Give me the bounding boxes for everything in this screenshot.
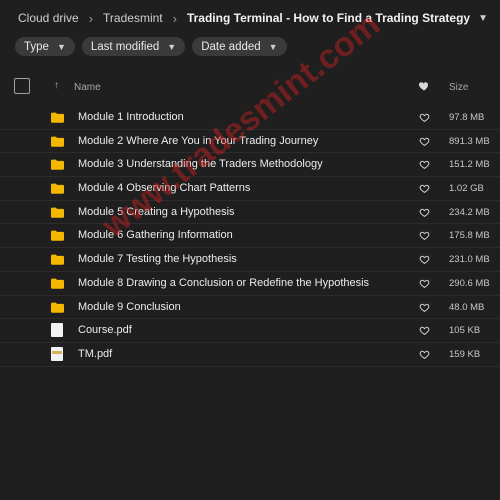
filter-last-modified-button[interactable]: Last modified ▼: [81, 37, 186, 56]
folder-icon: [51, 253, 64, 266]
file-size: 159 KB: [449, 348, 481, 360]
table-row[interactable]: Module 6 Gathering Information 175.8 MB: [0, 224, 500, 249]
file-size: 48.0 MB: [449, 301, 485, 313]
file-name[interactable]: Module 7 Testing the Hypothesis: [78, 253, 237, 265]
breadcrumb-tradesmint[interactable]: Tradesmint: [103, 11, 163, 25]
favorite-heart-icon[interactable]: [419, 325, 430, 336]
pdf-file-icon: [51, 323, 64, 338]
file-size: 234.2 MB: [449, 206, 490, 218]
file-size: 105 KB: [449, 325, 481, 337]
folder-icon: [51, 229, 64, 242]
file-size: 891.3 MB: [449, 135, 490, 147]
favorite-heart-icon[interactable]: [419, 254, 430, 265]
pdf-thumbnail-icon: [51, 346, 64, 361]
file-name[interactable]: Module 1 Introduction: [78, 111, 184, 123]
chevron-right-icon: ›: [88, 10, 94, 26]
breadcrumb-current-folder[interactable]: Trading Terminal - How to Find a Trading…: [187, 11, 470, 25]
folder-icon: [51, 182, 64, 195]
table-row[interactable]: Module 1 Introduction 97.8 MB: [0, 106, 500, 130]
favorite-heart-icon[interactable]: [419, 136, 430, 147]
breadcrumb: Cloud drive › Tradesmint › Trading Termi…: [18, 9, 490, 27]
folder-icon: [51, 111, 64, 124]
column-header-size[interactable]: Size: [449, 82, 468, 93]
file-size: 175.8 MB: [449, 230, 490, 242]
filter-label: Last modified: [90, 40, 160, 53]
folder-icon: [51, 158, 64, 171]
table-row[interactable]: Module 7 Testing the Hypothesis 231.0 MB: [0, 248, 500, 272]
filter-label: Date added: [201, 40, 261, 53]
favorite-heart-icon[interactable]: [419, 302, 430, 313]
favorite-heart-icon[interactable]: [419, 112, 430, 123]
file-name[interactable]: Course.pdf: [78, 324, 132, 336]
table-row[interactable]: TM.pdf 159 KB: [0, 343, 500, 367]
file-name[interactable]: Module 3 Understanding the Traders Metho…: [78, 158, 323, 170]
favorite-heart-icon[interactable]: [419, 159, 430, 170]
table-row[interactable]: Module 5 Creating a Hypothesis 234.2 MB: [0, 201, 500, 225]
filter-type-button[interactable]: Type ▼: [15, 37, 75, 56]
breadcrumb-cloud-drive[interactable]: Cloud drive: [18, 11, 79, 25]
table-row[interactable]: Module 4 Observing Chart Patterns 1.02 GB: [0, 177, 500, 201]
chevron-down-icon: ▼: [167, 41, 177, 52]
file-name[interactable]: Module 4 Observing Chart Patterns: [78, 182, 250, 194]
table-header: ↑ Name Size: [0, 76, 500, 104]
heart-icon[interactable]: [418, 80, 430, 92]
favorite-heart-icon[interactable]: [419, 278, 430, 289]
table-row[interactable]: Module 9 Conclusion 48.0 MB: [0, 296, 500, 320]
sort-arrow-up-icon[interactable]: ↑: [54, 80, 59, 91]
favorite-heart-icon[interactable]: [419, 349, 430, 360]
folder-icon: [51, 135, 64, 148]
file-name[interactable]: Module 8 Drawing a Conclusion or Redefin…: [78, 277, 369, 289]
chevron-down-icon[interactable]: ▼: [478, 13, 488, 24]
table-row[interactable]: Module 3 Understanding the Traders Metho…: [0, 153, 500, 178]
filter-date-added-button[interactable]: Date added ▼: [192, 37, 287, 56]
file-name[interactable]: Module 9 Conclusion: [78, 301, 181, 313]
favorite-heart-icon[interactable]: [419, 207, 430, 218]
file-size: 1.02 GB: [449, 183, 484, 195]
file-size: 97.8 MB: [449, 112, 485, 123]
folder-icon: [51, 301, 64, 314]
file-name[interactable]: Module 2 Where Are You in Your Trading J…: [78, 135, 318, 147]
file-name[interactable]: Module 6 Gathering Information: [78, 229, 233, 241]
filter-label: Type: [24, 40, 49, 53]
chevron-down-icon: ▼: [268, 41, 278, 52]
file-name[interactable]: TM.pdf: [78, 348, 112, 360]
file-size: 290.6 MB: [449, 277, 490, 289]
chevron-down-icon: ▼: [56, 41, 66, 52]
table-row[interactable]: Module 2 Where Are You in Your Trading J…: [0, 130, 500, 154]
table-row[interactable]: Course.pdf 105 KB: [0, 319, 500, 343]
favorite-heart-icon[interactable]: [419, 183, 430, 194]
filter-bar: Type ▼ Last modified ▼ Date added ▼: [15, 37, 287, 56]
file-size: 151.2 MB: [449, 159, 490, 171]
folder-icon: [51, 277, 64, 290]
file-size: 231.0 MB: [449, 254, 490, 266]
favorite-heart-icon[interactable]: [419, 230, 430, 241]
select-all-checkbox[interactable]: [14, 78, 30, 94]
folder-icon: [51, 206, 64, 219]
file-name[interactable]: Module 5 Creating a Hypothesis: [78, 206, 235, 218]
table-row[interactable]: Module 8 Drawing a Conclusion or Redefin…: [0, 272, 500, 296]
column-header-name[interactable]: Name: [74, 82, 101, 93]
chevron-right-icon: ›: [172, 10, 177, 26]
file-list: Module 1 Introduction 97.8 MB Module 2 Whe…: [0, 106, 500, 367]
